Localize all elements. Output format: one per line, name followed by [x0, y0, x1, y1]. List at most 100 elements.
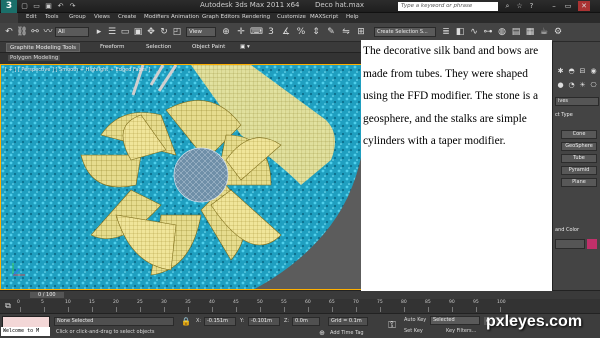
- named-selection-dropdown[interactable]: Create Selection S...: [374, 27, 436, 37]
- percent-snap-icon[interactable]: %: [295, 26, 307, 38]
- open-file-icon[interactable]: ▭: [32, 2, 41, 11]
- create-tab-icon[interactable]: ✱: [556, 67, 565, 76]
- key-filters-button[interactable]: Key Filters...: [446, 328, 476, 334]
- rendered-frame-window-icon[interactable]: ▦: [524, 26, 536, 38]
- object-type-header[interactable]: ct Type: [553, 112, 600, 120]
- redo-icon[interactable]: ↷: [68, 2, 77, 11]
- maxscript-mini-listener[interactable]: Welcome to M: [1, 327, 50, 336]
- cone-button[interactable]: Cone: [561, 130, 597, 139]
- tab-object-paint[interactable]: Object Paint: [192, 44, 225, 50]
- align-icon[interactable]: ⊞: [355, 26, 367, 38]
- primitives-dropdown[interactable]: ives: [555, 97, 599, 106]
- app-logo-icon[interactable]: 3: [1, 0, 17, 13]
- undo-tool-icon[interactable]: ↶: [3, 26, 15, 38]
- menu-views[interactable]: Views: [94, 14, 110, 20]
- selection-filter-dropdown[interactable]: All: [55, 27, 89, 37]
- object-color-swatch[interactable]: [587, 239, 597, 249]
- time-slider[interactable]: 0 / 100: [0, 290, 600, 299]
- material-editor-icon[interactable]: ◍: [496, 26, 508, 38]
- hierarchy-tab-icon[interactable]: ⊟: [578, 67, 587, 76]
- motion-tab-icon[interactable]: ◉: [589, 67, 598, 76]
- layer-manager-icon[interactable]: ≣: [440, 26, 452, 38]
- ribbon-options-icon[interactable]: ▣ ▾: [240, 44, 250, 50]
- menu-graph-editors[interactable]: Graph Editors: [202, 14, 240, 20]
- cameras-icon[interactable]: ⎔: [589, 81, 598, 90]
- object-name-field[interactable]: [555, 239, 585, 249]
- menu-tools[interactable]: Tools: [45, 14, 59, 20]
- key-mode-dropdown[interactable]: Selected: [430, 316, 480, 325]
- close-icon[interactable]: ✕: [578, 1, 590, 11]
- angle-snap-icon[interactable]: ∡: [280, 26, 292, 38]
- snaps-toggle-icon[interactable]: 3: [265, 26, 277, 38]
- menu-modifiers[interactable]: Modifiers: [144, 14, 169, 20]
- time-tag-icon[interactable]: ⊕: [316, 327, 328, 338]
- time-slider-thumb[interactable]: 0 / 100: [30, 292, 64, 298]
- track-bar[interactable]: ⧉ 0 5 10 15 20 25 30 35 40 45 50 55 60 65 70 75 80 85 90 95…: [0, 299, 600, 313]
- tab-selection[interactable]: Selection: [146, 44, 171, 50]
- shapes-icon[interactable]: ◔: [567, 81, 576, 90]
- pivot-center-icon[interactable]: ⊕: [220, 26, 232, 38]
- key-icon[interactable]: ⚿: [386, 320, 398, 332]
- mini-curve-editor-icon[interactable]: ⧉: [2, 300, 14, 312]
- geosphere-button[interactable]: GeoSphere: [561, 142, 597, 151]
- rotate-icon[interactable]: ↻: [158, 26, 170, 38]
- reference-coord-dropdown[interactable]: View: [186, 27, 216, 37]
- tube-button[interactable]: Tube: [561, 154, 597, 163]
- tab-freeform[interactable]: Freeform: [100, 44, 125, 50]
- z-coordinate-field[interactable]: 0.0m: [292, 317, 320, 326]
- lock-selection-icon[interactable]: 🔒: [180, 316, 192, 328]
- y-coordinate-field[interactable]: -0.101m: [248, 317, 280, 326]
- keyboard-shortcut-icon[interactable]: ⌨: [250, 26, 263, 38]
- new-file-icon[interactable]: ▢: [20, 2, 29, 11]
- perspective-viewport[interactable]: [ + ] [ Perspective ] [ Smooth + Highlig…: [0, 64, 365, 290]
- maximize-icon[interactable]: ▭: [562, 1, 574, 11]
- bind-space-warp-icon[interactable]: 〰: [42, 26, 54, 38]
- menu-edit[interactable]: Edit: [26, 14, 37, 20]
- link-icon[interactable]: ⛓: [16, 26, 28, 38]
- select-by-name-icon[interactable]: ☰: [106, 26, 118, 38]
- help-icon[interactable]: ?: [527, 2, 536, 11]
- set-key-button[interactable]: Set Key: [404, 328, 423, 334]
- edit-named-selection-icon[interactable]: ✎: [325, 26, 337, 38]
- plane-button[interactable]: Plane: [561, 178, 597, 187]
- auto-key-button[interactable]: Auto Key: [404, 317, 426, 323]
- x-coordinate-field[interactable]: -0.151m: [204, 317, 236, 326]
- graphite-toggle-icon[interactable]: ◧: [454, 26, 466, 38]
- menu-help[interactable]: Help: [346, 14, 359, 20]
- add-time-tag-button[interactable]: Add Time Tag: [330, 330, 364, 336]
- search-input[interactable]: Type a keyword or phrase: [398, 2, 498, 11]
- save-file-icon[interactable]: ▣: [44, 2, 53, 11]
- select-manipulate-icon[interactable]: ✛: [235, 26, 247, 38]
- viewport-label[interactable]: [ + ] [ Perspective ] [ Smooth + Highlig…: [5, 67, 150, 73]
- menu-animation[interactable]: Animation: [171, 14, 199, 20]
- render-iterative-icon[interactable]: ⚙: [552, 26, 564, 38]
- polygon-modeling-panel[interactable]: Polygon Modeling: [8, 55, 61, 61]
- menu-maxscript[interactable]: MAXScript: [310, 14, 338, 20]
- move-icon[interactable]: ✥: [145, 26, 157, 38]
- menu-customize[interactable]: Customize: [277, 14, 306, 20]
- select-object-icon[interactable]: ▸: [93, 26, 105, 38]
- curve-editor-icon[interactable]: ∿: [468, 26, 480, 38]
- name-and-color-header[interactable]: and Color: [553, 227, 600, 235]
- mirror-icon[interactable]: ⇋: [340, 26, 352, 38]
- geometry-icon[interactable]: ●: [556, 81, 565, 90]
- render-setup-icon[interactable]: ▤: [510, 26, 522, 38]
- search-icon[interactable]: ⌕: [503, 2, 512, 11]
- pyramid-button[interactable]: Pyramid: [561, 166, 597, 175]
- spinner-snap-icon[interactable]: ⇕: [310, 26, 322, 38]
- lights-icon[interactable]: ☀: [578, 81, 587, 90]
- unlink-icon[interactable]: ⚯: [29, 26, 41, 38]
- scale-icon[interactable]: ◰: [171, 26, 183, 38]
- window-crossing-icon[interactable]: ▣: [132, 26, 144, 38]
- schematic-view-icon[interactable]: ⊶: [482, 26, 494, 38]
- menu-rendering[interactable]: Rendering: [242, 14, 270, 20]
- rectangular-selection-icon[interactable]: ▭: [119, 26, 131, 38]
- tab-graphite-modeling-tools[interactable]: Graphite Modeling Tools: [6, 43, 81, 52]
- menu-create[interactable]: Create: [118, 14, 136, 20]
- subscription-icon[interactable]: ☆: [515, 2, 524, 11]
- minimize-icon[interactable]: –: [548, 1, 560, 11]
- modify-tab-icon[interactable]: ◓: [567, 67, 576, 76]
- menu-group[interactable]: Group: [69, 14, 86, 20]
- undo-icon[interactable]: ↶: [56, 2, 65, 11]
- render-production-icon[interactable]: ☕: [538, 26, 550, 38]
